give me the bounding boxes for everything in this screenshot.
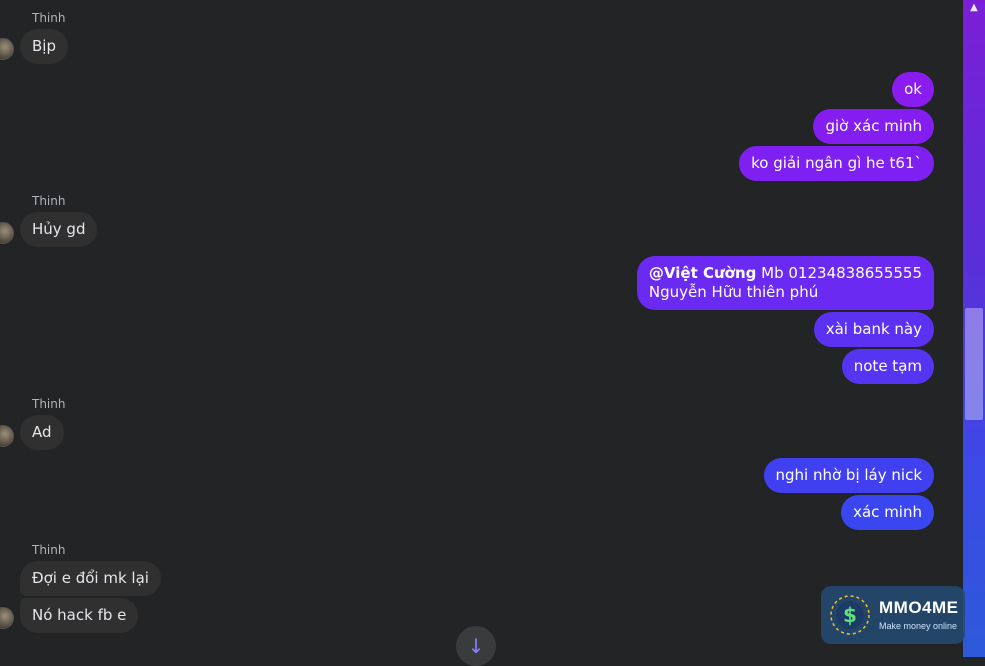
outgoing-message[interactable]: ok xyxy=(892,72,934,107)
outgoing-message[interactable]: xác minh xyxy=(841,495,934,530)
outgoing-message[interactable]: xài bank này xyxy=(813,312,934,347)
avatar[interactable] xyxy=(0,222,14,244)
avatar[interactable] xyxy=(0,38,14,60)
outgoing-message[interactable]: nghi nhờ bị láy nick xyxy=(763,458,934,493)
dollar-logo-icon: $ xyxy=(830,595,870,635)
outgoing-message[interactable]: ko giải ngân gì he t61` xyxy=(739,146,934,181)
sender-name: Thinh xyxy=(32,11,66,25)
svg-text:$: $ xyxy=(843,603,857,627)
arrow-down-icon: ↓ xyxy=(467,634,485,658)
jump-to-latest-button[interactable]: ↓ xyxy=(456,626,496,666)
incoming-message[interactable]: Bịp xyxy=(20,29,68,64)
scroll-thumb[interactable] xyxy=(965,308,983,420)
mention-tag[interactable]: @Việt Cường xyxy=(649,264,756,282)
message-text: Mb 01234838655555 xyxy=(756,264,922,282)
outgoing-message[interactable]: giờ xác minh xyxy=(813,109,934,144)
message-thread: Thinh Bịp ok giờ xác minh ko giải ngân g… xyxy=(0,0,963,666)
incoming-message[interactable]: Hủy gd xyxy=(20,212,98,247)
sender-name: Thinh xyxy=(32,194,66,208)
watermark: $ MMO4ME Make money online xyxy=(821,586,965,644)
incoming-message[interactable]: Nó hack fb e xyxy=(20,598,139,633)
outgoing-message-with-mention[interactable]: @Việt Cường Mb 01234838655555 Nguyễn Hữu… xyxy=(636,256,934,310)
scrollbar[interactable]: ▲ xyxy=(963,0,985,657)
message-text: Nguyễn Hữu thiên phú xyxy=(648,283,819,301)
watermark-tagline: Make money online xyxy=(879,621,958,631)
avatar[interactable] xyxy=(0,425,14,447)
outgoing-message[interactable]: note tạm xyxy=(841,349,934,384)
incoming-message[interactable]: Ad xyxy=(20,415,64,450)
avatar[interactable] xyxy=(0,607,14,629)
scroll-up-icon[interactable]: ▲ xyxy=(963,0,985,16)
incoming-message[interactable]: Đợi e đổi mk lại xyxy=(20,561,161,596)
watermark-name: MMO4ME xyxy=(879,598,959,617)
sender-name: Thinh xyxy=(32,543,66,557)
sender-name: Thinh xyxy=(32,397,66,411)
